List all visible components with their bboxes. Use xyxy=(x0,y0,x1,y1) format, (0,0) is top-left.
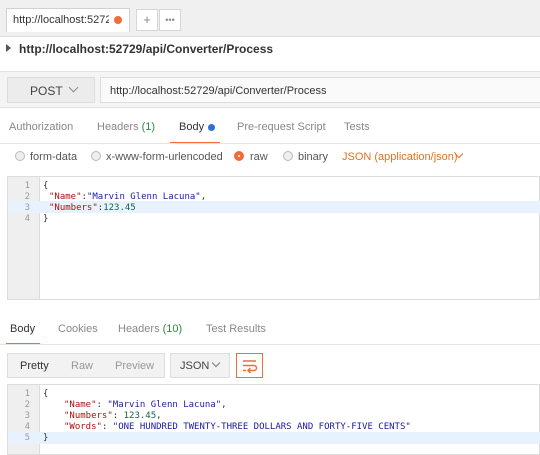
view-mode-group: Pretty Raw Preview xyxy=(7,353,165,378)
tab-tests[interactable]: Tests xyxy=(344,121,370,133)
code-line: "Numbers":123.45 xyxy=(49,203,136,213)
method-label: POST xyxy=(30,84,63,98)
content-type-select[interactable]: JSON (application/json) xyxy=(342,151,458,163)
line-number: 4 xyxy=(24,422,30,432)
url-input[interactable]: http://localhost:52729/api/Converter/Pro… xyxy=(100,77,540,103)
more-tabs-button[interactable]: ••• xyxy=(159,9,181,31)
tab-divider xyxy=(0,143,540,144)
tab-label: Body xyxy=(10,323,36,335)
radio-urlencoded[interactable] xyxy=(91,151,101,161)
wrap-lines-button[interactable] xyxy=(236,353,263,378)
option-form-data[interactable]: form-data xyxy=(30,151,77,163)
request-name-row[interactable]: http://localhost:52729/api/Converter/Pro… xyxy=(0,38,540,60)
headers-count: (1) xyxy=(141,121,156,133)
code-line: { xyxy=(43,181,49,191)
option-binary[interactable]: binary xyxy=(298,151,328,163)
tab-authorization[interactable]: Authorization xyxy=(9,121,73,133)
code-line: "Name":"Marvin Glenn Lacuna", xyxy=(49,192,207,202)
tab-label: Body xyxy=(179,121,205,133)
response-tab-cookies[interactable]: Cookies xyxy=(58,323,98,335)
line-number: 3 xyxy=(24,203,30,213)
wrap-lines-icon xyxy=(243,360,258,374)
code-line: "Words": "ONE HUNDRED TWENTY-THREE DOLLA… xyxy=(64,422,411,432)
line-number: 2 xyxy=(24,192,30,202)
tab-label: Cookies xyxy=(58,323,98,335)
tab-label: Test Results xyxy=(206,323,266,335)
tab-pre-request-script[interactable]: Pre-request Script xyxy=(237,121,326,133)
tab-label: Headers xyxy=(118,323,160,335)
format-label: JSON xyxy=(180,360,210,372)
tab-label: Authorization xyxy=(9,121,74,133)
option-raw[interactable]: raw xyxy=(250,151,268,163)
raw-button[interactable]: Raw xyxy=(71,360,93,372)
tab-body[interactable]: Body xyxy=(179,121,204,133)
response-tab-test-results[interactable]: Test Results xyxy=(206,323,266,335)
method-select[interactable]: POST xyxy=(7,77,95,103)
chevron-down-icon xyxy=(68,82,79,93)
line-number: 2 xyxy=(24,400,30,410)
tab-label: Headers xyxy=(97,121,139,133)
response-headers-count: (10) xyxy=(162,323,183,335)
request-name: http://localhost:52729/api/Converter/Pro… xyxy=(19,42,274,56)
response-tab-headers[interactable]: Headers (10) xyxy=(118,323,182,335)
pretty-button[interactable]: Pretty xyxy=(20,360,49,372)
body-modified-dot-icon xyxy=(208,124,215,131)
unsaved-dot-icon[interactable] xyxy=(114,16,122,24)
request-tab[interactable]: http://localhost:52729 xyxy=(6,8,130,32)
new-tab-button[interactable]: + xyxy=(136,9,158,31)
code-line: "Numbers": 123.45, xyxy=(64,411,162,421)
more-icon: ••• xyxy=(165,15,175,25)
line-number: 1 xyxy=(24,181,30,191)
tab-label: Pre-request Script xyxy=(237,121,326,133)
chevron-down-icon xyxy=(211,358,221,368)
response-tab-body[interactable]: Body xyxy=(10,323,35,335)
option-urlencoded[interactable]: x-www-form-urlencoded xyxy=(106,151,223,163)
code-line: } xyxy=(43,214,49,224)
tab-headers[interactable]: Headers (1) xyxy=(97,121,155,133)
format-select[interactable]: JSON xyxy=(170,353,230,378)
line-number: 4 xyxy=(24,214,30,224)
line-number: 5 xyxy=(24,433,30,443)
radio-binary[interactable] xyxy=(283,151,293,161)
radio-form-data[interactable] xyxy=(15,151,25,161)
request-tab-title: http://localhost:52729 xyxy=(13,14,109,26)
tab-divider xyxy=(0,344,540,345)
preview-button[interactable]: Preview xyxy=(115,360,154,372)
plus-icon: + xyxy=(143,12,151,27)
line-number: 3 xyxy=(24,411,30,421)
code-line: { xyxy=(43,389,49,399)
expand-arrow-icon[interactable] xyxy=(6,44,11,52)
radio-raw[interactable] xyxy=(234,151,244,161)
code-line: "Name": "Marvin Glenn Lacuna", xyxy=(64,400,227,410)
active-line-highlight xyxy=(8,432,540,444)
tab-label: Tests xyxy=(344,121,370,133)
url-value: http://localhost:52729/api/Converter/Pro… xyxy=(110,85,327,97)
code-line: } xyxy=(43,433,49,443)
line-number: 1 xyxy=(24,389,30,399)
